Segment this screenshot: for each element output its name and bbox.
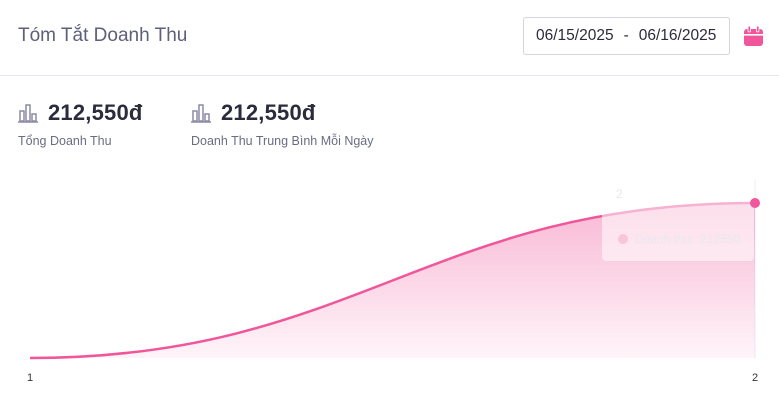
chart-tooltip: 2 Doanh thu: 212550 [602, 175, 754, 261]
bar-chart-icon [18, 104, 38, 123]
average-daily-revenue-value: 212,550đ [221, 100, 316, 125]
page-title: Tóm Tắt Doanh Thu [18, 25, 188, 46]
date-start[interactable]: 06/15/2025 [536, 27, 614, 45]
x-tick-label: 2 [752, 372, 758, 384]
calendar-icon[interactable] [744, 26, 763, 46]
revenue-area-chart: 2 Doanh thu: 212550 1 2 [27, 175, 760, 384]
total-revenue-value: 212,550đ [48, 100, 143, 125]
average-daily-revenue-stat: 212,550đ Doanh Thu Trung Bình Mỗi Ngày [191, 100, 374, 148]
date-end[interactable]: 06/16/2025 [639, 27, 717, 45]
total-revenue-stat: 212,550đ Tổng Doanh Thu [18, 100, 143, 148]
tooltip-series-value: 212550 [700, 232, 740, 246]
total-revenue-label: Tổng Doanh Thu [18, 134, 112, 148]
date-separator: - [623, 27, 629, 44]
tooltip-series-dot [618, 234, 628, 244]
data-point-active[interactable] [750, 198, 760, 208]
tooltip-series-label: Doanh thu: [635, 232, 694, 246]
average-daily-revenue-label: Doanh Thu Trung Bình Mỗi Ngày [191, 134, 374, 148]
bar-chart-icon [191, 104, 211, 123]
tooltip-title: 2 [616, 187, 623, 201]
date-range-input[interactable]: 06/15/2025 - 06/16/2025 [523, 17, 730, 55]
header-bar: Tóm Tắt Doanh Thu 06/15/2025 - 06/16/202… [0, 0, 779, 76]
x-tick-label: 1 [27, 372, 33, 384]
